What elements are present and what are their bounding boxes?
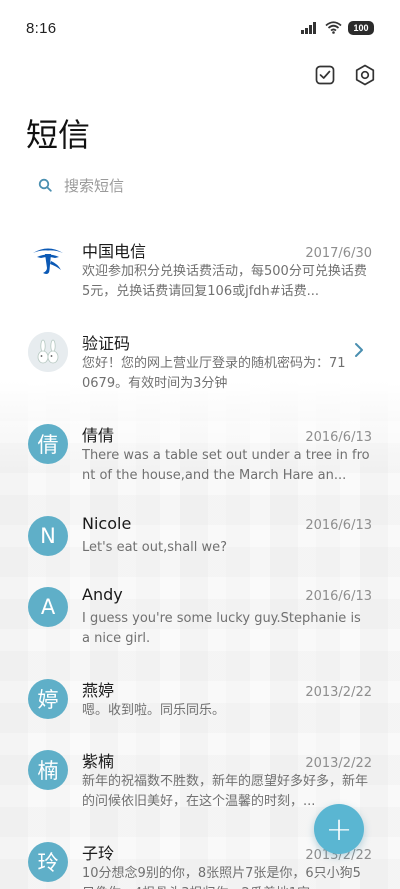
contact-avatar: 婷	[28, 679, 68, 719]
message-preview: 您好！您的网上营业厅登录的随机密码为：710679。有效时间为3分钟	[82, 356, 346, 391]
conversation-body: Andy 2016/6/13 I guess you're some lucky…	[82, 585, 372, 649]
conversation-body: 中国电信 2017/6/30 欢迎参加积分兑换话费活动，每500分可兑换话费5元…	[82, 238, 372, 302]
conversation-header: 燕婷 2013/2/22	[82, 677, 372, 700]
page-title: 短信	[26, 116, 91, 154]
search-input[interactable]	[64, 177, 344, 195]
message-date: 2016/6/13	[305, 589, 372, 604]
search-icon	[38, 177, 52, 196]
bunny-avatar	[28, 332, 68, 372]
conversation-item[interactable]: N Nicole 2016/6/13 Let's eat out,shall w…	[0, 504, 400, 575]
conversation-item[interactable]: 中国电信 2017/6/30 欢迎参加积分兑换话费活动，每500分可兑换话费5元…	[0, 228, 400, 320]
conversation-list: 中国电信 2017/6/30 欢迎参加积分兑换话费活动，每500分可兑换话费5元…	[0, 228, 400, 889]
status-time: 8:16	[26, 19, 57, 37]
new-message-button[interactable]: +	[314, 804, 364, 854]
message-date: 2013/2/22	[305, 756, 372, 771]
message-preview: Let's eat out,shall we?	[82, 540, 228, 555]
status-icons: 100	[301, 19, 374, 38]
battery-icon: 100	[348, 21, 374, 35]
contact-name: Andy	[82, 585, 123, 604]
checkbox-icon[interactable]	[314, 64, 336, 86]
conversation-header: Andy 2016/6/13	[82, 585, 372, 607]
contact-name: 燕婷	[82, 681, 115, 700]
conversation-item[interactable]: 婷 燕婷 2013/2/22 嗯。收到啦。同乐同乐。	[0, 667, 400, 738]
wifi-icon	[325, 19, 342, 38]
conversation-body: Nicole 2016/6/13 Let's eat out,shall we?	[82, 514, 372, 558]
contact-name: 子玲	[82, 844, 115, 863]
conversation-body: 倩倩 2016/6/13 There was a table set out u…	[82, 422, 372, 486]
conversation-header: 中国电信 2017/6/30	[82, 238, 372, 261]
contact-avatar: A	[28, 587, 68, 627]
china-telecom-logo-avatar	[28, 240, 68, 280]
status-bar: 8:16 100	[0, 0, 400, 56]
message-preview: 10分想念9别的你，8张照片7张是你，6只小狗5只像你，4根骨头3根归你，2瓜着…	[82, 866, 361, 889]
message-date: 2013/2/22	[305, 685, 372, 700]
settings-hexagon-icon[interactable]	[354, 64, 376, 86]
conversation-body: 燕婷 2013/2/22 嗯。收到啦。同乐同乐。	[82, 677, 372, 721]
message-preview: I guess you're some lucky guy.Stephanie …	[82, 611, 361, 646]
signal-icon	[301, 19, 319, 38]
conversation-header: 倩倩 2016/6/13	[82, 422, 372, 445]
message-preview: 嗯。收到啦。同乐同乐。	[82, 703, 226, 718]
conversation-body: 验证码 您好！您的网上营业厅登录的随机密码为：710679。有效时间为3分钟	[82, 330, 372, 394]
message-date: 2016/6/13	[305, 430, 372, 445]
message-preview: 欢迎参加积分兑换话费活动，每500分可兑换话费5元，兑换话费请回复106或jfd…	[82, 264, 367, 299]
contact-avatar: 玲	[28, 842, 68, 882]
conversation-item[interactable]: A Andy 2016/6/13 I guess you're some luc…	[0, 575, 400, 667]
top-actions	[314, 64, 376, 86]
conversation-header: Nicole 2016/6/13	[82, 514, 372, 536]
conversation-item[interactable]: 验证码 您好！您的网上营业厅登录的随机密码为：710679。有效时间为3分钟	[0, 320, 400, 412]
contact-avatar: N	[28, 516, 68, 556]
search-bar[interactable]	[24, 164, 376, 208]
conversation-header: 验证码	[82, 330, 346, 353]
contact-name: Nicole	[82, 514, 132, 533]
conversation-body: 紫楠 2013/2/22 新年的祝福数不胜数，新年的愿望好多好多，新年的问候依旧…	[82, 748, 372, 812]
messages-screen: 8:16 100 短信 搜索短信 中国电信 2017/6/30 欢迎参加积分兑换…	[0, 0, 400, 889]
conversation-header: 紫楠 2013/2/22	[82, 748, 372, 771]
contact-name: 紫楠	[82, 752, 115, 771]
contact-avatar: 楠	[28, 750, 68, 790]
message-preview: There was a table set out under a tree i…	[82, 448, 370, 483]
message-date: 2017/6/30	[305, 246, 372, 261]
message-date: 2016/6/13	[305, 518, 372, 533]
contact-avatar: 倩	[28, 424, 68, 464]
contact-name: 中国电信	[82, 242, 147, 261]
conversation-item[interactable]: 倩 倩倩 2016/6/13 There was a table set out…	[0, 412, 400, 504]
contact-name: 验证码	[82, 334, 131, 353]
chevron-right-icon[interactable]	[354, 342, 364, 362]
contact-name: 倩倩	[82, 426, 115, 445]
